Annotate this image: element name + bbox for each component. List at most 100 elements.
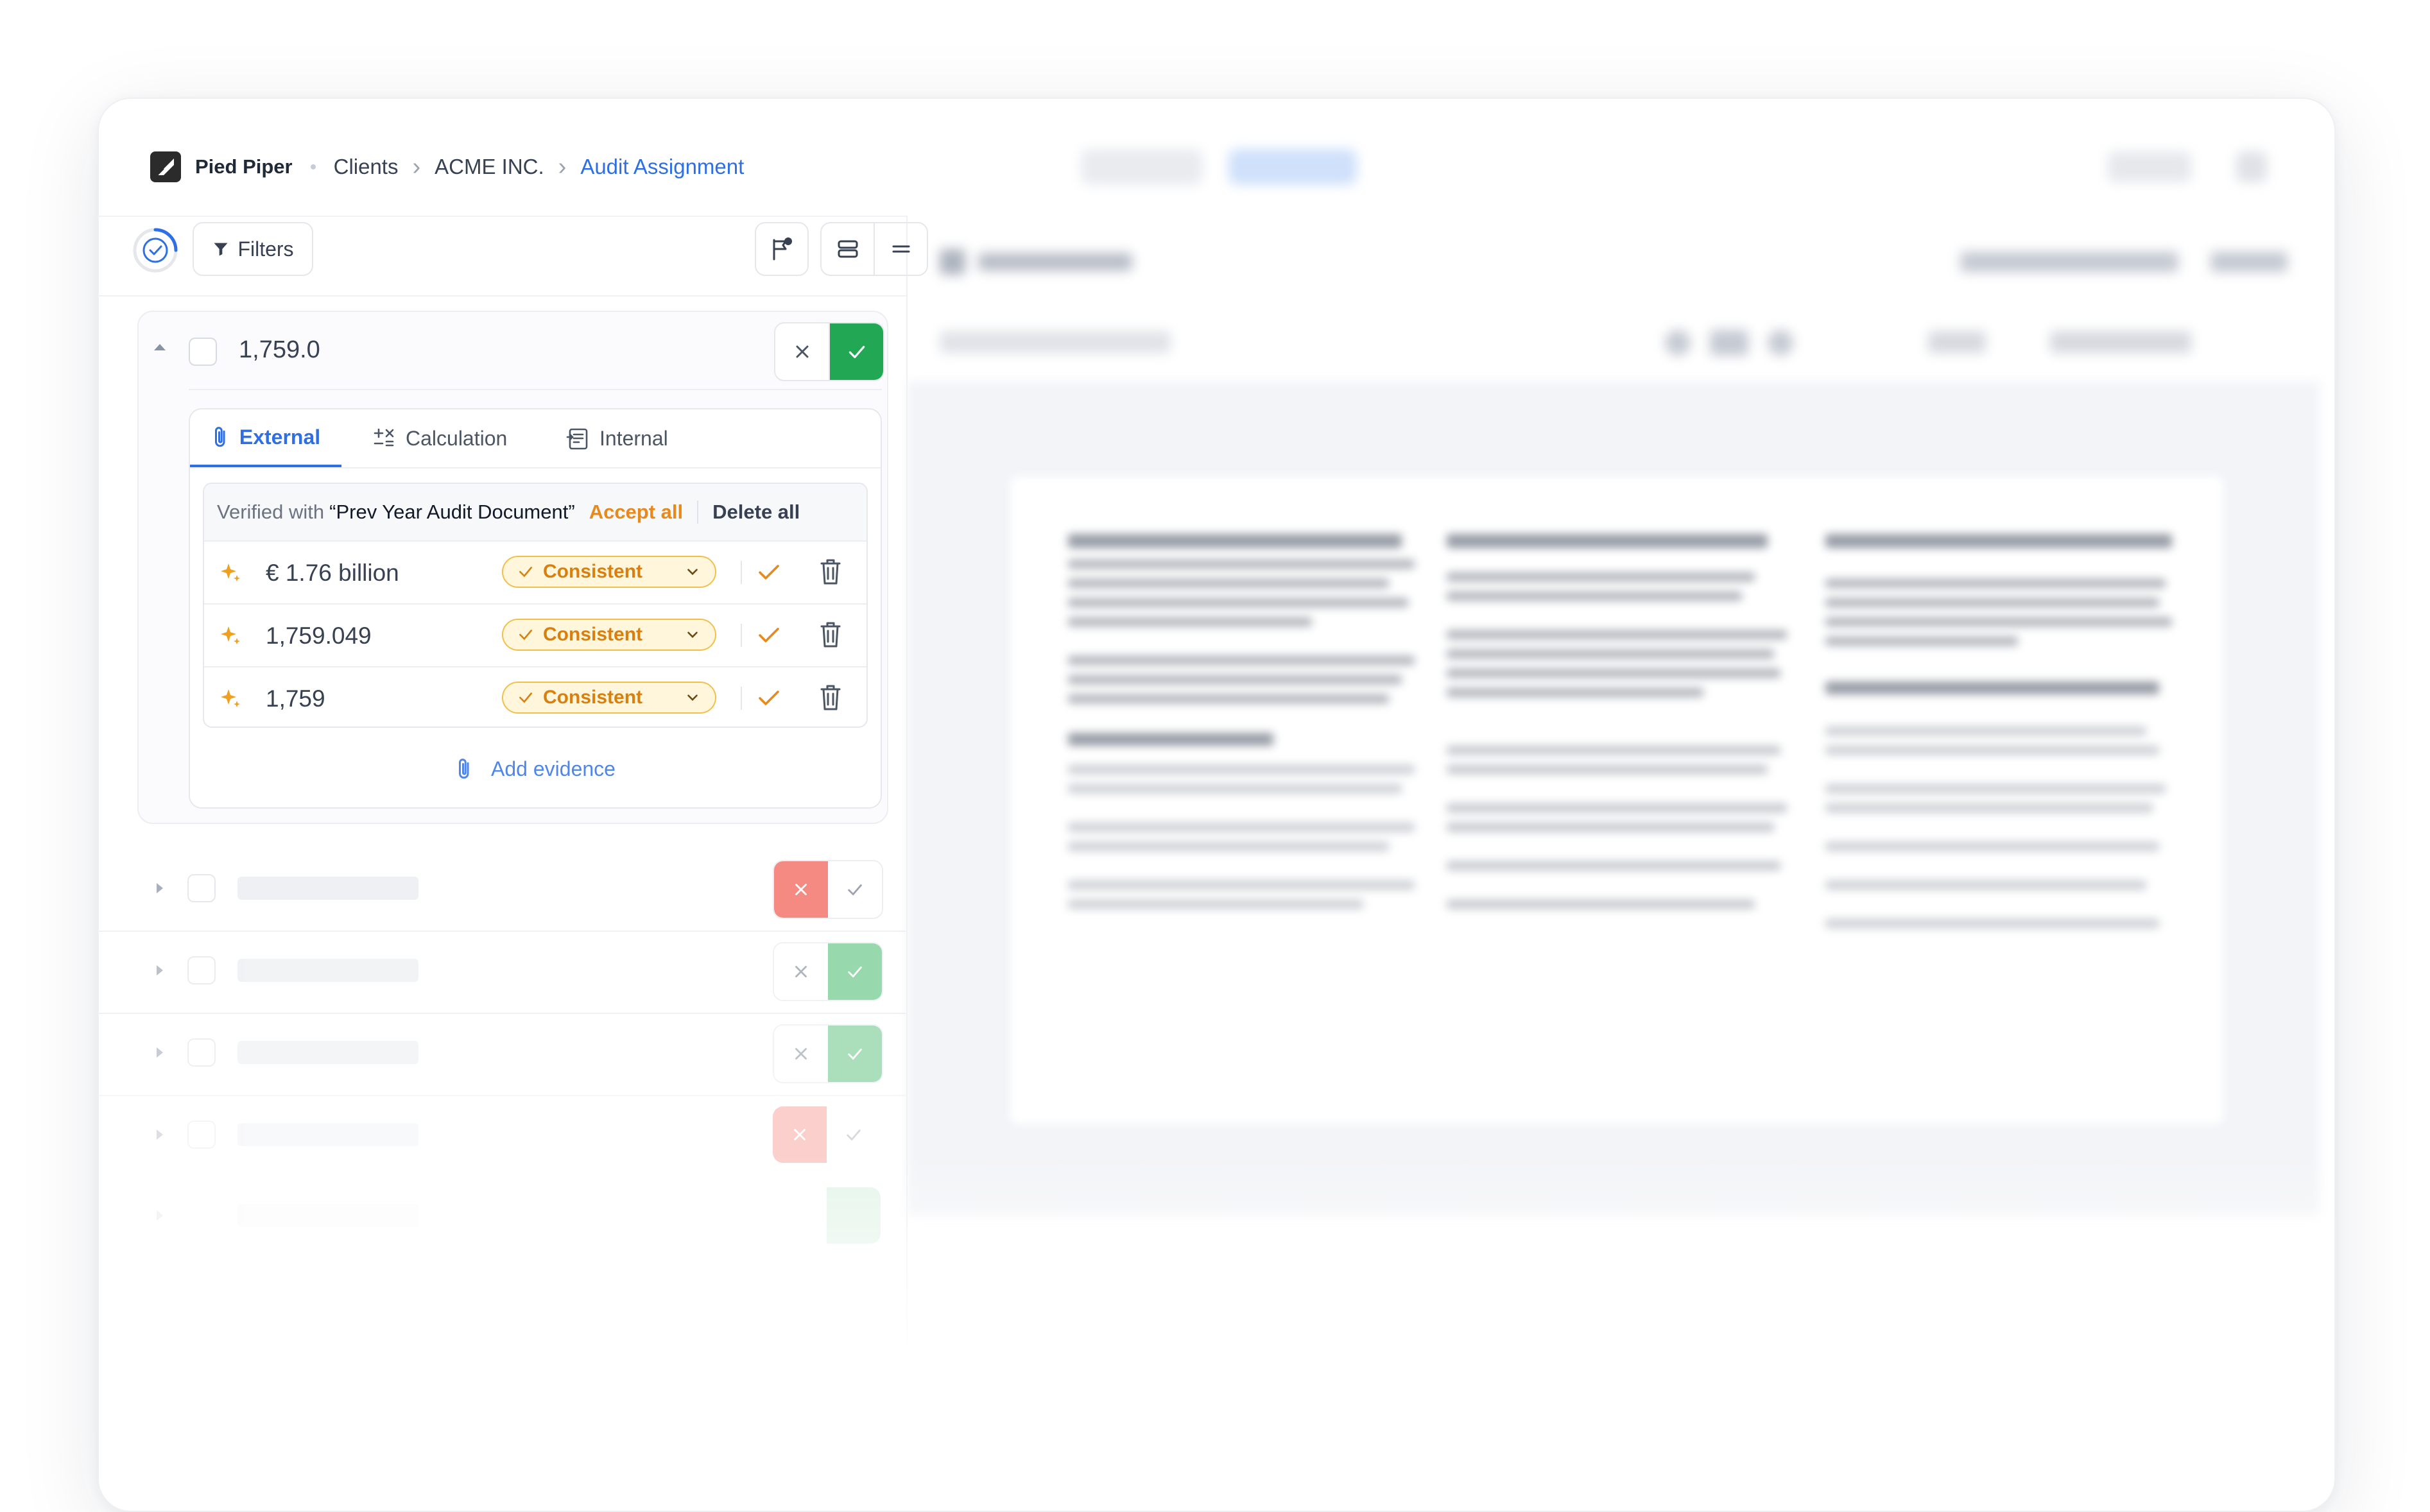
tab-external[interactable]: External	[190, 409, 341, 467]
reject-button[interactable]	[775, 323, 830, 380]
menu-icon[interactable]	[2236, 151, 2267, 182]
loading-placeholder	[237, 959, 418, 982]
finding-checkbox[interactable]	[189, 338, 217, 366]
breadcrumb-clients[interactable]: Clients	[334, 155, 399, 179]
expand-caret-icon[interactable]	[157, 1047, 163, 1058]
flag-icon	[773, 237, 792, 261]
flag-button[interactable]	[755, 222, 809, 276]
document-action[interactable]	[1960, 252, 2178, 272]
findings-toolbar: Filters	[132, 222, 928, 280]
filter-icon	[214, 243, 228, 256]
zoom-control[interactable]	[2050, 331, 2191, 353]
breadcrumb-client[interactable]: ACME INC.	[435, 155, 544, 179]
chevron-down-icon	[687, 631, 698, 639]
status-dropdown[interactable]: Consistent	[502, 682, 716, 714]
document-action[interactable]	[2210, 252, 2288, 272]
ai-sparkle-icon	[221, 689, 240, 707]
breadcrumb-current: Audit Assignment	[580, 155, 745, 178]
accept-button[interactable]	[827, 1187, 881, 1244]
trash-icon[interactable]	[818, 620, 843, 649]
finding-row-skeleton[interactable]	[137, 1011, 888, 1094]
reject-button[interactable]	[774, 1026, 828, 1082]
progress-ring-icon	[133, 228, 178, 273]
evidence-panel: External Calculation Internal Verified w…	[189, 408, 882, 809]
expanded-view-button[interactable]	[822, 223, 875, 275]
chevron-down-icon	[687, 569, 698, 576]
finding-checkbox[interactable]	[187, 1121, 216, 1149]
accept-button[interactable]	[830, 323, 883, 380]
evidence-value: 1,759.049	[266, 623, 372, 649]
accept-button[interactable]	[828, 1026, 882, 1082]
evidence-row: € 1.76 billion Consistent	[204, 542, 866, 605]
evidence-tabs: External Calculation Internal	[190, 409, 881, 468]
accept-check-icon[interactable]	[756, 624, 782, 647]
tab-calculation[interactable]: Calculation	[371, 409, 507, 467]
top-action[interactable]	[2108, 151, 2191, 182]
expand-caret-icon[interactable]	[157, 883, 163, 893]
expand-caret-icon[interactable]	[157, 1210, 163, 1221]
accept-check-icon[interactable]	[756, 687, 782, 710]
document-page[interactable]	[1010, 476, 2223, 1124]
finding-card: 1,759.0 External Calculation Internal Ve…	[137, 311, 888, 824]
tab-external-label: External	[239, 425, 321, 449]
trash-icon[interactable]	[818, 557, 843, 587]
calculator-icon	[374, 428, 394, 447]
status-dropdown[interactable]: Consistent	[502, 556, 716, 588]
divider	[99, 295, 906, 296]
verified-document[interactable]: “Prev Year Audit Document”	[329, 501, 575, 524]
check-icon	[519, 630, 532, 640]
check-icon	[847, 1130, 861, 1141]
loading-placeholder	[237, 877, 418, 900]
brand-name[interactable]: Pied Piper	[195, 155, 293, 178]
finding-row-skeleton[interactable]	[137, 847, 888, 929]
breadcrumb: Pied Piper Clients › ACME INC. › Audit A…	[150, 151, 744, 182]
expand-caret-icon[interactable]	[157, 965, 163, 975]
finding-row-skeleton[interactable]	[137, 929, 888, 1011]
expand-caret-icon[interactable]	[157, 1130, 163, 1140]
check-icon	[848, 966, 862, 978]
zoom-out-icon[interactable]	[1665, 330, 1691, 356]
finding-header[interactable]: 1,759.0	[139, 312, 887, 389]
evidence-list: Verified with “Prev Year Audit Document”…	[203, 483, 868, 728]
zoom-in-icon[interactable]	[1768, 330, 1793, 356]
accept-button[interactable]	[828, 943, 882, 1000]
reject-button[interactable]	[773, 1187, 827, 1244]
divider	[189, 389, 882, 390]
delete-all-button[interactable]: Delete all	[712, 501, 800, 524]
finding-checkbox[interactable]	[187, 1038, 216, 1067]
loading-placeholder	[237, 1041, 418, 1064]
finding-row-skeleton[interactable]	[137, 1174, 888, 1257]
compact-view-button[interactable]	[875, 223, 927, 275]
accept-reject-group	[773, 1024, 883, 1083]
view-option-active[interactable]	[1228, 149, 1357, 185]
add-evidence-button[interactable]: Add evidence	[190, 743, 881, 795]
view-switch[interactable]	[1081, 149, 1357, 185]
status-label: Consistent	[543, 687, 643, 708]
search-input[interactable]	[940, 331, 1171, 353]
filters-button[interactable]: Filters	[193, 222, 313, 276]
document-icon	[940, 249, 965, 275]
reject-button[interactable]	[774, 943, 828, 1000]
collapse-caret-icon[interactable]	[154, 344, 166, 350]
document-title[interactable]	[978, 253, 1132, 271]
reject-button[interactable]	[773, 1106, 827, 1163]
document-header	[940, 241, 2334, 280]
density-toggle[interactable]	[820, 222, 928, 276]
divider	[741, 624, 742, 647]
accept-button[interactable]	[827, 1106, 881, 1163]
accept-all-button[interactable]: Accept all	[589, 501, 683, 524]
close-icon	[795, 1048, 807, 1060]
finding-row-skeleton[interactable]	[137, 1094, 888, 1176]
trash-icon[interactable]	[818, 683, 843, 712]
view-option[interactable]	[1081, 149, 1203, 185]
reject-button[interactable]	[774, 861, 828, 918]
status-dropdown[interactable]: Consistent	[502, 619, 716, 651]
accept-button[interactable]	[828, 861, 882, 918]
page-control[interactable]	[1928, 331, 1986, 353]
fit-icon[interactable]	[1710, 330, 1748, 356]
finding-checkbox[interactable]	[187, 956, 216, 984]
accept-check-icon[interactable]	[756, 561, 782, 584]
tab-internal[interactable]: Internal	[565, 409, 668, 467]
finding-checkbox[interactable]	[187, 874, 216, 902]
accept-reject-group	[773, 860, 883, 919]
